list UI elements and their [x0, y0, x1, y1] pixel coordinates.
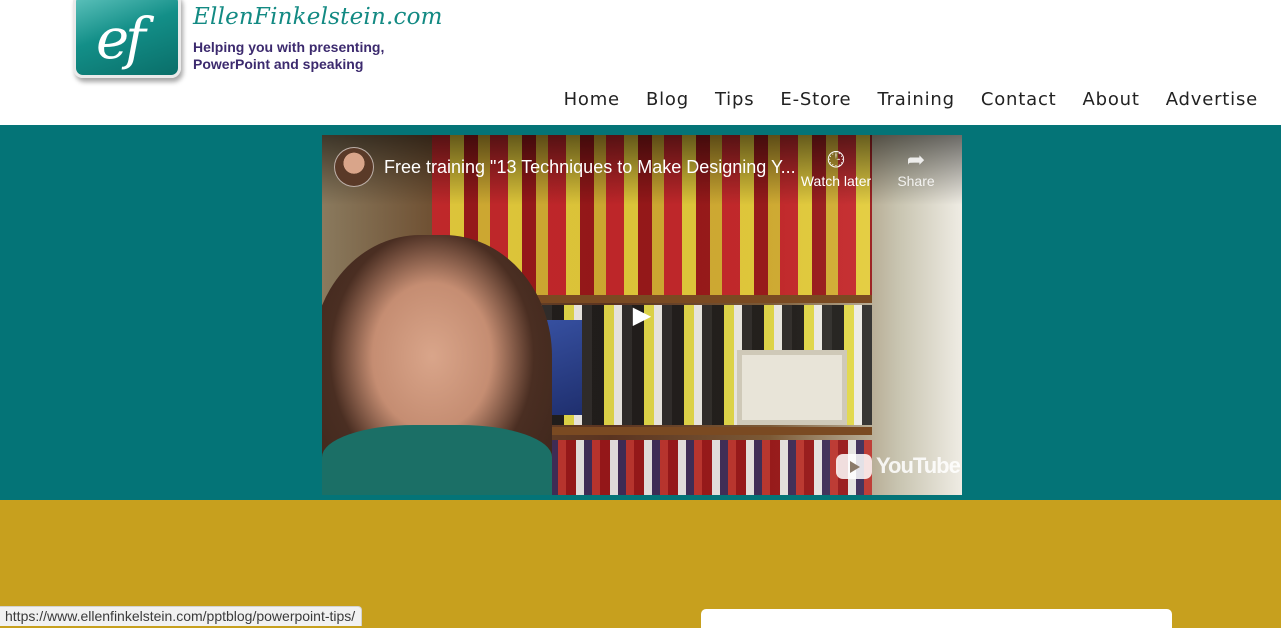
- signup-card: [701, 609, 1172, 639]
- site-name[interactable]: EllenFinkelstein.com: [193, 4, 443, 30]
- youtube-wordmark: YouTube: [876, 453, 961, 478]
- channel-avatar[interactable]: [334, 147, 374, 187]
- nav-training[interactable]: Training: [877, 89, 954, 110]
- play-icon[interactable]: ▶: [627, 300, 657, 330]
- nav-about[interactable]: About: [1083, 89, 1140, 110]
- nav-tips[interactable]: Tips: [715, 89, 754, 110]
- watch-later-button[interactable]: 🕒︎ Watch later: [796, 147, 876, 189]
- nav-e-store[interactable]: E-Store: [780, 89, 851, 110]
- nav-advertise[interactable]: Advertise: [1166, 89, 1258, 110]
- video-player[interactable]: Free training "13 Techniques to Make Des…: [322, 135, 962, 495]
- youtube-play-icon: [836, 453, 872, 479]
- site-header: ef EllenFinkelstein.com Helping you with…: [0, 0, 1281, 125]
- youtube-logo[interactable]: YouTube: [836, 453, 961, 479]
- video-photo-frame: [737, 350, 847, 425]
- nav-blog[interactable]: Blog: [646, 89, 689, 110]
- nav-home[interactable]: Home: [564, 89, 620, 110]
- share-label: Share: [897, 173, 935, 189]
- video-bookshelf-bottom: [532, 440, 872, 495]
- browser-status-bar: https://www.ellenfinkelstein.com/pptblog…: [0, 606, 363, 626]
- share-button[interactable]: ➦ Share: [876, 147, 956, 189]
- clock-icon: 🕒︎: [827, 147, 845, 172]
- logo-monogram: ef: [96, 7, 146, 72]
- main-nav: Home Blog Tips E-Store Training Contact …: [564, 89, 1258, 110]
- site-logo[interactable]: ef: [73, 0, 181, 78]
- site-tagline: Helping you with presenting, PowerPoint …: [193, 39, 385, 72]
- watch-later-label: Watch later: [800, 173, 872, 189]
- nav-contact[interactable]: Contact: [981, 89, 1057, 110]
- video-presenter-shirt: [322, 425, 552, 495]
- video-title[interactable]: Free training "13 Techniques to Make Des…: [384, 157, 796, 178]
- share-arrow-icon: ➦: [906, 147, 926, 172]
